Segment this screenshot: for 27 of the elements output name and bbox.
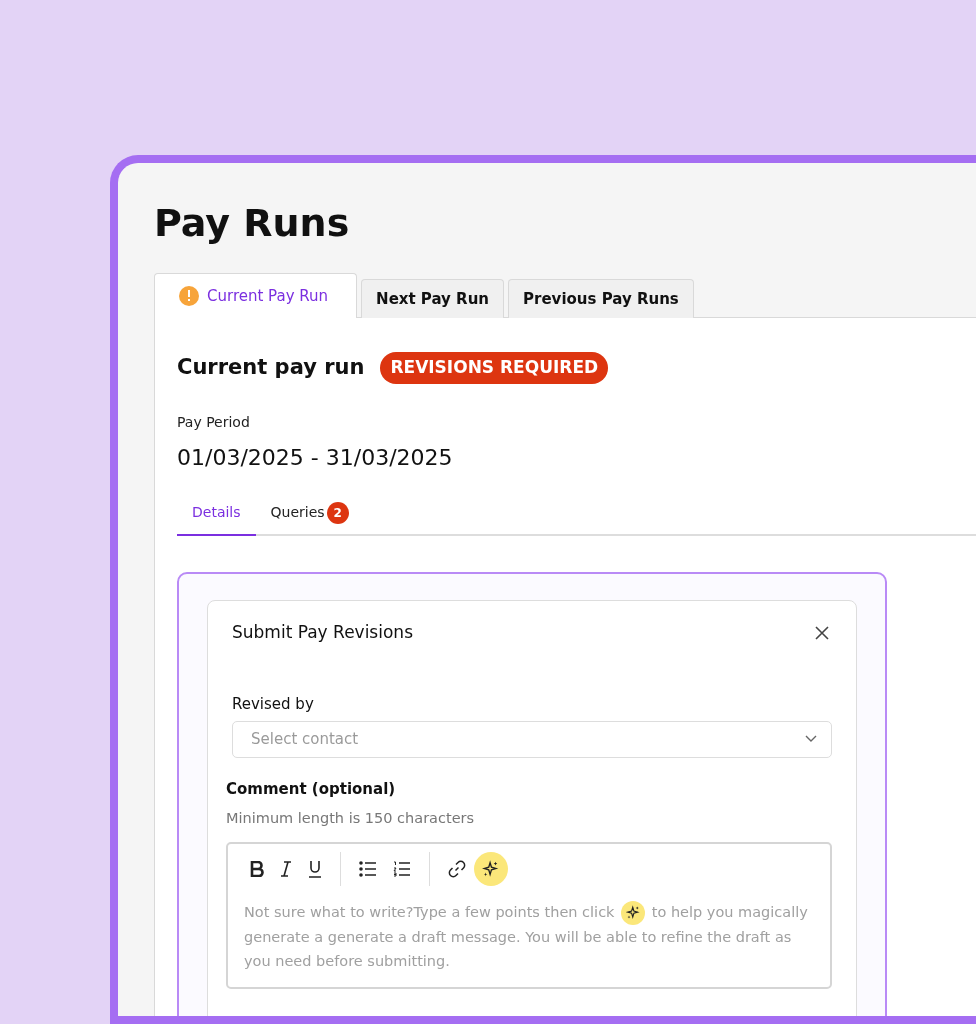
section-heading: Current pay run bbox=[177, 354, 365, 382]
close-icon bbox=[814, 625, 830, 642]
field-label: Pay Period bbox=[177, 412, 251, 432]
link-icon bbox=[448, 859, 466, 878]
italic-icon bbox=[280, 860, 292, 877]
dialog-title: Submit Pay Revisions bbox=[232, 620, 413, 644]
sub-tab[interactable]: Details bbox=[177, 495, 256, 536]
sparkle-icon bbox=[482, 859, 500, 878]
pay-period-value: 01/03/2025 - 31/03/2025 bbox=[177, 443, 454, 472]
bold-icon bbox=[250, 860, 264, 877]
bulleted-list-icon bbox=[359, 860, 377, 877]
page-tab[interactable]: Previous Pay Runs bbox=[508, 278, 694, 319]
page-tab[interactable]: Next Pay Run bbox=[361, 278, 505, 319]
ai-draft-button[interactable] bbox=[474, 851, 508, 886]
page-tab[interactable]: Current Pay Run bbox=[154, 272, 358, 319]
page-title: Pay Runs bbox=[154, 201, 351, 247]
underline-icon bbox=[308, 859, 322, 878]
sparkle-glyph bbox=[625, 905, 641, 921]
numbered-list-icon bbox=[393, 860, 411, 877]
status-badge: REVISIONS REQUIRED bbox=[380, 352, 609, 384]
field-label: Comment (optional) bbox=[226, 778, 397, 800]
warning-icon bbox=[179, 285, 199, 306]
field-hint: Minimum length is 150 characters bbox=[226, 809, 476, 829]
chevron-down-icon bbox=[805, 735, 817, 744]
field-label: Revised by bbox=[232, 693, 315, 715]
sub-tab[interactable]: Queries 2 bbox=[255, 495, 364, 536]
count-badge: 2 bbox=[326, 501, 349, 524]
